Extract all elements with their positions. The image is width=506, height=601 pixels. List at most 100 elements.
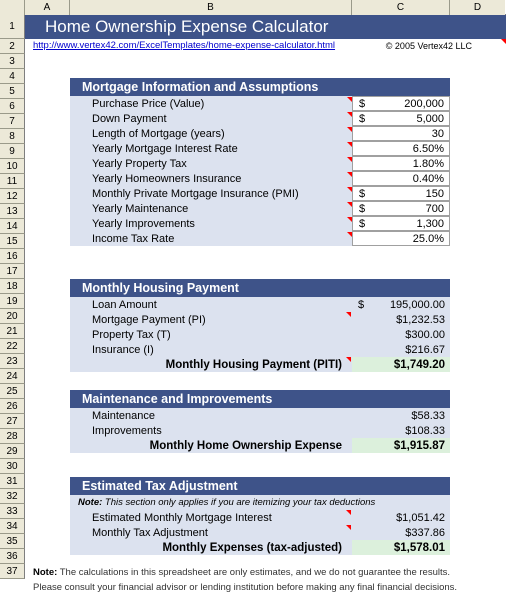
comment-indicator-icon[interactable] (346, 525, 351, 530)
row-header-26[interactable]: 26 (0, 399, 25, 414)
comment-indicator-icon[interactable] (347, 157, 352, 162)
comment-indicator-icon[interactable] (347, 202, 352, 207)
cell-value: $58.33 (411, 409, 445, 422)
row-header-23[interactable]: 23 (0, 354, 25, 369)
value-input-cell[interactable]: $200,000 (347, 96, 450, 111)
cell-value: $1,051.42 (396, 511, 445, 524)
value-input-cell[interactable]: $5,000 (347, 111, 450, 126)
data-row: Yearly Mortgage Interest Rate 6.50% (70, 141, 450, 156)
value-input-cell[interactable]: 6.50% (347, 141, 450, 156)
section-title: Monthly Housing Payment (70, 279, 450, 297)
value-result-cell[interactable]: $337.86 (346, 525, 450, 540)
value-result-cell[interactable]: $195,000.00 (352, 297, 450, 312)
value-input-cell[interactable]: $150 (347, 186, 450, 201)
value-input-cell[interactable]: 1.80% (347, 156, 450, 171)
value-result-cell[interactable]: $1,232.53 (346, 312, 450, 327)
value-input-cell[interactable]: $1,300 (347, 216, 450, 231)
value-result-cell[interactable]: $1,749.20 (346, 357, 450, 372)
comment-indicator-icon[interactable] (347, 187, 352, 192)
column-header-d[interactable]: D (450, 0, 505, 15)
row-header-34[interactable]: 34 (0, 519, 25, 534)
row-header-29[interactable]: 29 (0, 444, 25, 459)
comment-indicator-icon[interactable] (346, 312, 351, 317)
comment-indicator-icon[interactable] (501, 39, 506, 44)
cell-value: 5,000 (416, 112, 444, 125)
row-header-21[interactable]: 21 (0, 324, 25, 339)
footer-note-line-2: Please consult your financial advisor or… (33, 582, 458, 593)
row-label: Purchase Price (Value) (92, 97, 205, 110)
row-header-12[interactable]: 12 (0, 189, 25, 204)
footer-note-label: Note: (33, 567, 58, 578)
value-result-cell[interactable]: $108.33 (352, 423, 450, 438)
comment-indicator-icon[interactable] (347, 142, 352, 147)
data-row: Property Tax (T) $300.00 (70, 327, 450, 342)
comment-indicator-icon[interactable] (347, 112, 352, 117)
row-header-7[interactable]: 7 (0, 114, 25, 129)
row-header-16[interactable]: 16 (0, 249, 25, 264)
data-row: Monthly Private Mortgage Insurance (PMI)… (70, 186, 450, 201)
row-header-14[interactable]: 14 (0, 219, 25, 234)
cell-value: $216.67 (405, 343, 445, 356)
row-header-1[interactable]: 1 (0, 15, 25, 39)
value-input-cell[interactable]: $700 (347, 201, 450, 216)
value-input-cell[interactable]: 25.0% (347, 231, 450, 246)
row-header-11[interactable]: 11 (0, 174, 25, 189)
value-result-cell[interactable]: $300.00 (352, 327, 450, 342)
comment-indicator-icon[interactable] (347, 97, 352, 102)
column-header-bar: A B C D (0, 0, 506, 15)
row-header-6[interactable]: 6 (0, 99, 25, 114)
row-header-35[interactable]: 35 (0, 534, 25, 549)
row-header-17[interactable]: 17 (0, 264, 25, 279)
row-header-13[interactable]: 13 (0, 204, 25, 219)
data-row: Yearly Improvements $1,300 (70, 216, 450, 231)
column-header-c[interactable]: C (352, 0, 450, 15)
row-header-9[interactable]: 9 (0, 144, 25, 159)
row-header-8[interactable]: 8 (0, 129, 25, 144)
row-header-28[interactable]: 28 (0, 429, 25, 444)
row-header-24[interactable]: 24 (0, 369, 25, 384)
column-header-a[interactable]: A (25, 0, 70, 15)
section-note-text: Note: This section only applies if you a… (78, 497, 376, 508)
value-result-cell[interactable]: $1,578.01 (352, 540, 450, 555)
value-result-cell[interactable]: $1,915.87 (352, 438, 450, 453)
row-header-15[interactable]: 15 (0, 234, 25, 249)
column-header-b[interactable]: B (70, 0, 352, 15)
row-header-33[interactable]: 33 (0, 504, 25, 519)
comment-indicator-icon[interactable] (346, 357, 351, 362)
row-header-27[interactable]: 27 (0, 414, 25, 429)
row-header-19[interactable]: 19 (0, 294, 25, 309)
cell-value: 1.80% (412, 157, 444, 170)
cell-value: 6.50% (412, 142, 444, 155)
comment-indicator-icon[interactable] (347, 232, 352, 237)
row-header-37[interactable]: 37 (0, 564, 25, 579)
value-input-cell[interactable]: 30 (347, 126, 450, 141)
row-header-22[interactable]: 22 (0, 339, 25, 354)
row-header-30[interactable]: 30 (0, 459, 25, 474)
template-url-link[interactable]: http://www.vertex42.com/ExcelTemplates/h… (33, 40, 335, 51)
row-header-2[interactable]: 2 (0, 39, 25, 54)
comment-indicator-icon[interactable] (346, 510, 351, 515)
row-header-5[interactable]: 5 (0, 84, 25, 99)
row-header-3[interactable]: 3 (0, 54, 25, 69)
data-row: Yearly Maintenance $700 (70, 201, 450, 216)
value-input-cell[interactable]: 0.40% (347, 171, 450, 186)
value-result-cell[interactable]: $58.33 (352, 408, 450, 423)
row-header-10[interactable]: 10 (0, 159, 25, 174)
cell-value: $1,578.01 (393, 541, 445, 554)
comment-indicator-icon[interactable] (347, 172, 352, 177)
value-result-cell[interactable]: $216.67 (352, 342, 450, 357)
comment-indicator-icon[interactable] (347, 217, 352, 222)
row-header-18[interactable]: 18 (0, 279, 25, 294)
value-result-cell[interactable]: $1,051.42 (346, 510, 450, 525)
row-header-25[interactable]: 25 (0, 384, 25, 399)
cell-value: 150 (425, 187, 444, 200)
row-header-4[interactable]: 4 (0, 69, 25, 84)
row-header-32[interactable]: 32 (0, 489, 25, 504)
row-header-20[interactable]: 20 (0, 309, 25, 324)
data-row: Yearly Property Tax 1.80% (70, 156, 450, 171)
row-header-36[interactable]: 36 (0, 549, 25, 564)
data-row: Monthly Expenses (tax-adjusted) $1,578.01 (70, 540, 450, 555)
select-all-corner[interactable] (0, 0, 25, 15)
comment-indicator-icon[interactable] (347, 127, 352, 132)
row-header-31[interactable]: 31 (0, 474, 25, 489)
